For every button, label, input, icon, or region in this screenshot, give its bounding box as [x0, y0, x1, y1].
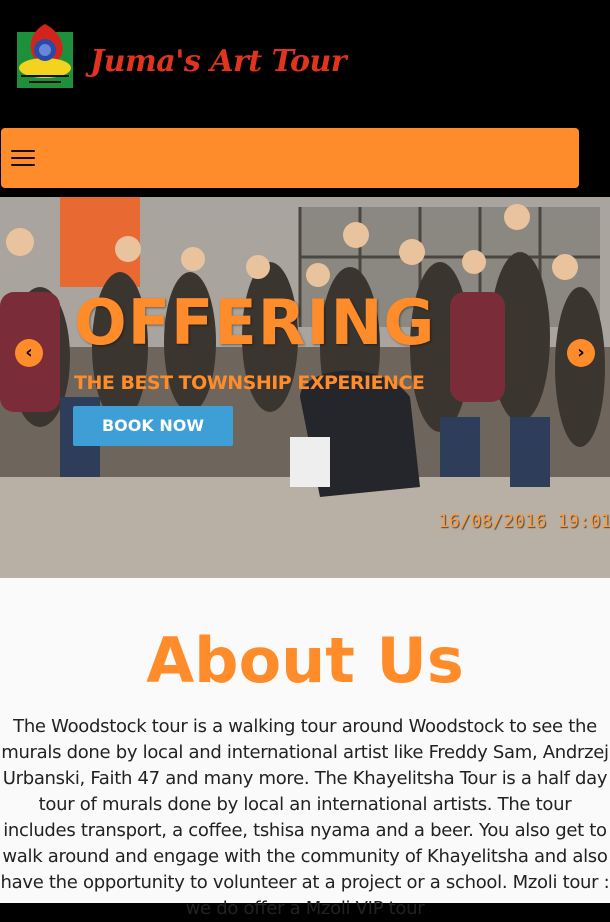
- logo-text: Juma's Art Tour: [90, 44, 347, 79]
- hero-subtitle: THE BEST TOWNSHIP EXPERIENCE: [74, 372, 425, 394]
- navbar: [1, 128, 579, 188]
- site-logo[interactable]: Juma's Art Tour: [15, 20, 347, 92]
- about-body: The Woodstock tour is a walking tour aro…: [0, 716, 610, 919]
- site-header: Juma's Art Tour: [0, 0, 610, 120]
- chevron-left-icon[interactable]: ‹: [15, 339, 43, 367]
- about-section: About Us The Woodstock tour is a walking…: [0, 578, 610, 919]
- globe-emblem-icon: [17, 24, 73, 88]
- about-title: About Us: [146, 624, 464, 697]
- chevron-right-icon[interactable]: ›: [567, 339, 595, 367]
- photo-timestamp: 16/08/2016 19:01: [438, 511, 610, 532]
- hero-title: OFFERING: [74, 286, 436, 359]
- hamburger-menu-icon[interactable]: [11, 150, 35, 166]
- book-now-button[interactable]: BOOK NOW: [73, 406, 233, 446]
